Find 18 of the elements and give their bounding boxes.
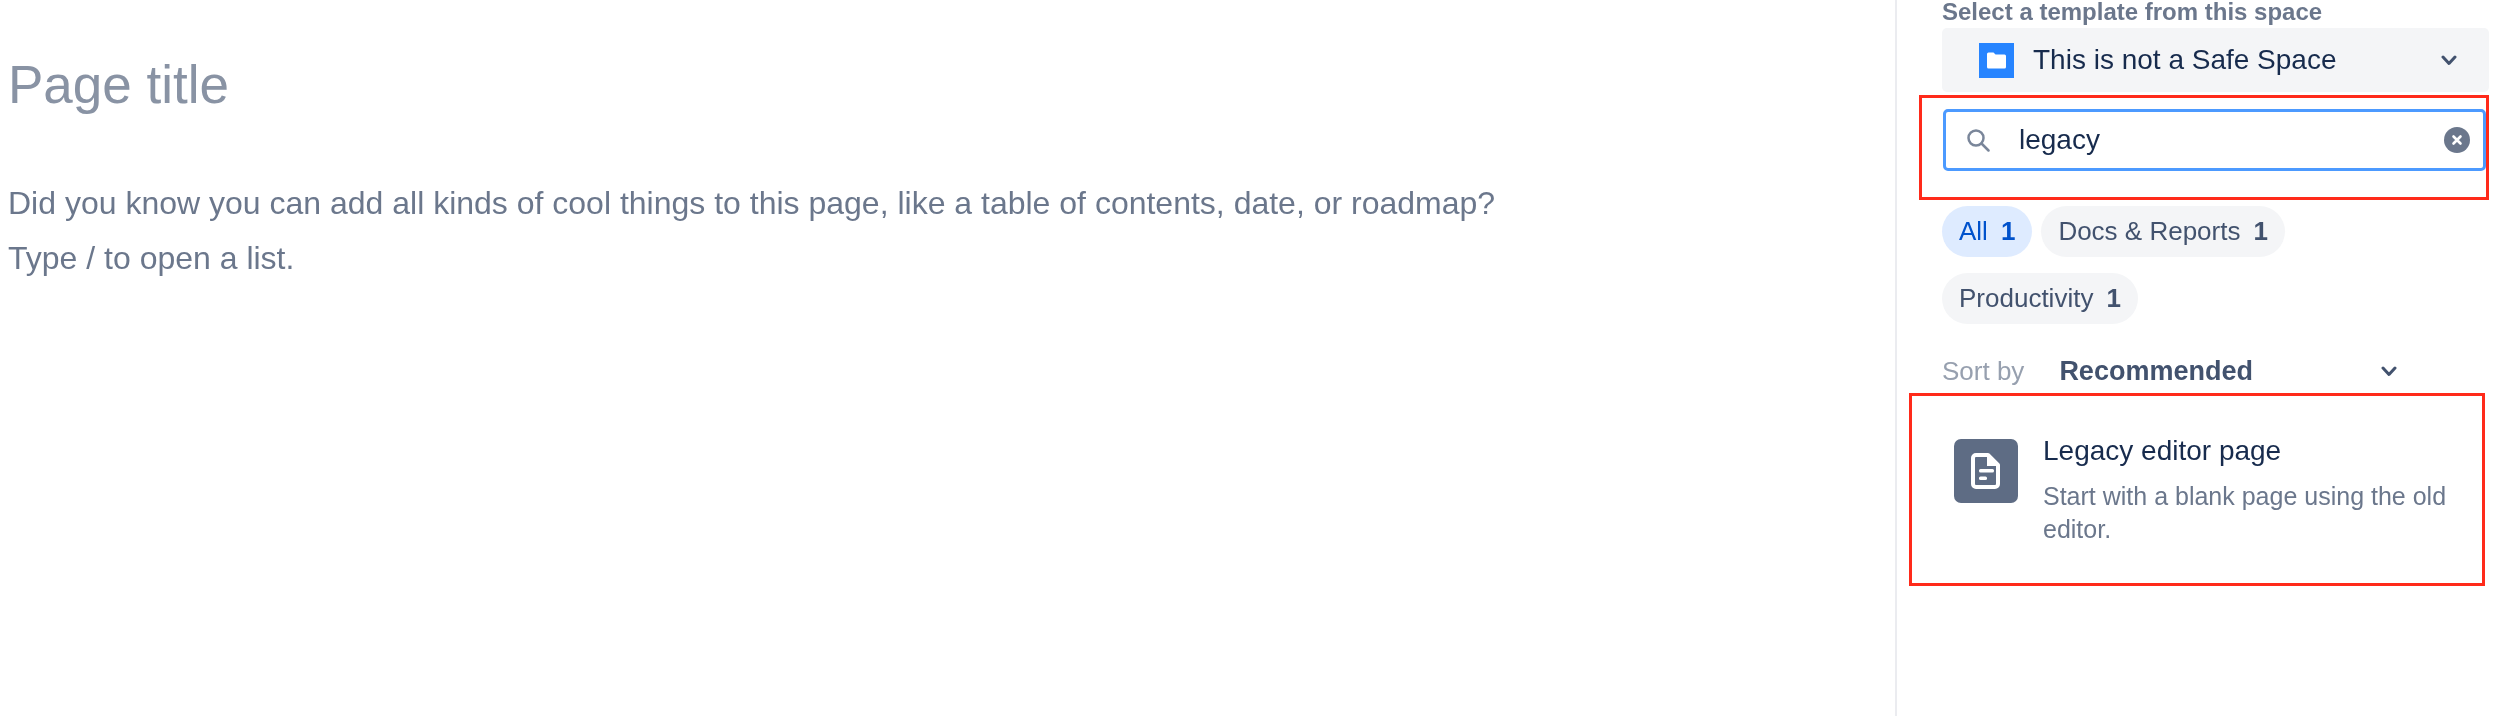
clear-icon[interactable]: [2444, 127, 2470, 153]
template-title[interactable]: Legacy editor page: [2043, 434, 2482, 468]
sort-select[interactable]: Recommended: [2059, 351, 2411, 391]
space-select[interactable]: This is not a Safe Space: [1942, 28, 2489, 92]
filter-chip[interactable]: Productivity 1: [1942, 273, 2138, 324]
body-placeholder-text: Did you know you can add all kinds of cool things to this page, like a table of contents, date, or roadmap?: [8, 184, 1496, 223]
folder-icon: [1979, 42, 2014, 78]
section-label: Select a template from this space: [1942, 0, 2323, 24]
document-icon: [1954, 439, 2018, 503]
template-description: Start with a blank page using the old editor.: [2043, 481, 2448, 545]
search-field[interactable]: legacy: [1943, 109, 2486, 171]
filter-chip[interactable]: All 1: [1942, 206, 2033, 257]
search-icon: [1966, 128, 1990, 152]
body-placeholder-text: Type / to open a list.: [8, 239, 295, 278]
filter-chip[interactable]: Docs & Reports 1: [2041, 206, 2285, 257]
chevron-down-icon: [2441, 54, 2457, 66]
chevron-down-icon: [2381, 365, 2398, 377]
sort-label: Sort by: [1942, 355, 2025, 387]
